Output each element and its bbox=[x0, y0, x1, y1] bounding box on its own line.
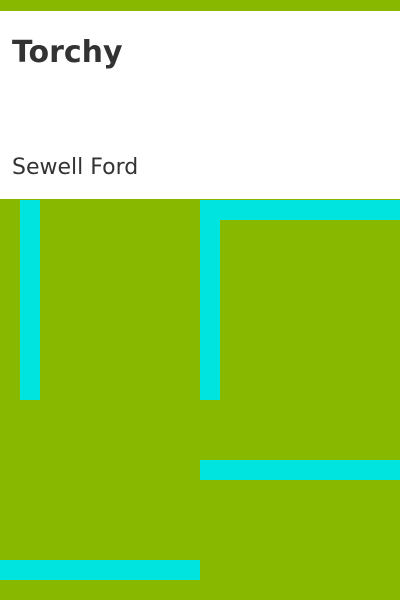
decorative-bar-left-vertical bbox=[20, 200, 40, 400]
title-panel: Torchy Sewell Ford bbox=[0, 11, 400, 199]
decorative-bar-center-vertical bbox=[200, 200, 220, 400]
book-author: Sewell Ford bbox=[12, 155, 139, 180]
book-title: Torchy bbox=[12, 35, 123, 70]
decorative-bar-bottom-horizontal bbox=[0, 560, 200, 580]
decorative-bar-top-horizontal bbox=[220, 200, 400, 220]
book-cover: Torchy Sewell Ford bbox=[0, 0, 400, 600]
decorative-bar-middle-horizontal bbox=[200, 460, 400, 480]
